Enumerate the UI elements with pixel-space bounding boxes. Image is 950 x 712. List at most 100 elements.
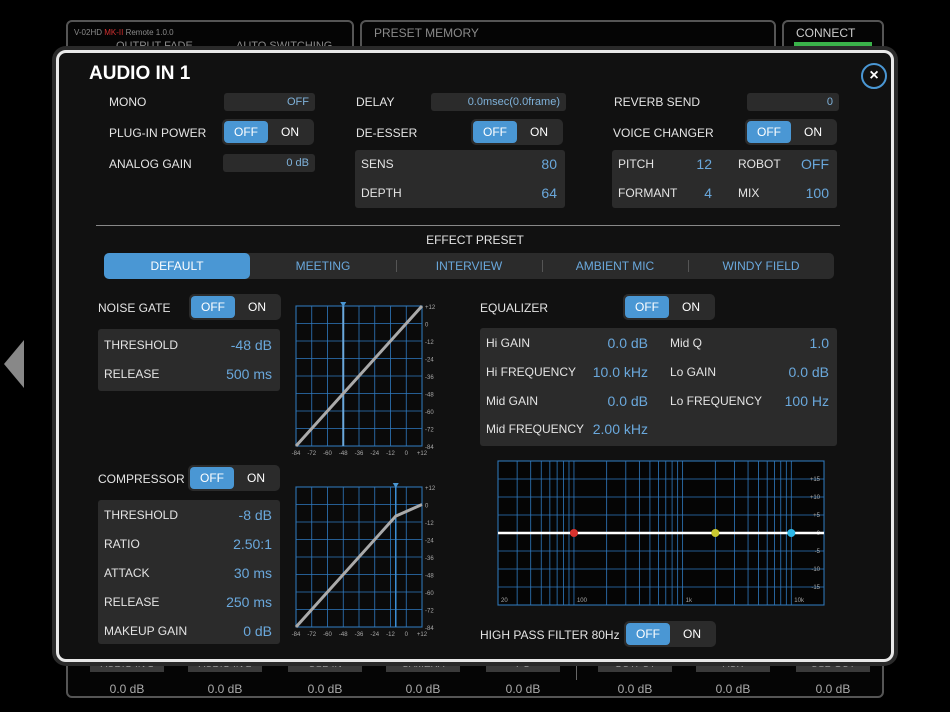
x-tick-label: 10k bbox=[794, 598, 805, 604]
ratio-value[interactable]: 2.50:1 bbox=[233, 530, 272, 558]
compressor-graph[interactable]: +120-12-24-36-48-60-72-84-84 -72 -60 -48 -36… bbox=[290, 481, 440, 641]
x-tick-label: -12 bbox=[386, 632, 395, 638]
preset-tab[interactable]: INTERVIEW bbox=[396, 253, 542, 279]
comp-release-value[interactable]: 250 ms bbox=[226, 588, 272, 616]
mix-value[interactable]: 100 bbox=[806, 179, 829, 207]
formant-value[interactable]: 4 bbox=[704, 179, 712, 207]
app-version: V-02HD MK-II Remote 1.0.0 bbox=[74, 28, 174, 37]
attack-value[interactable]: 30 ms bbox=[234, 559, 272, 587]
mixer-channel[interactable]: AUX 0.0 dB bbox=[696, 656, 770, 696]
depth-value[interactable]: 64 bbox=[541, 179, 557, 207]
mixer-channel[interactable]: CAMERA 0.0 dB bbox=[386, 656, 460, 696]
lo-frequency-label: Lo FREQUENCY bbox=[670, 394, 763, 408]
hi-gain-value[interactable]: 0.0 dB bbox=[608, 329, 648, 357]
x-tick-label: -12 bbox=[386, 451, 395, 457]
on-option[interactable]: ON bbox=[791, 121, 835, 143]
off-option[interactable]: OFF bbox=[224, 121, 268, 143]
on-option[interactable]: ON bbox=[670, 623, 714, 645]
x-tick-label: -48 bbox=[339, 451, 348, 457]
y-tick-label: 0 bbox=[425, 504, 429, 510]
mid-frequency-value[interactable]: 2.00 kHz bbox=[593, 415, 648, 443]
compressor-toggle[interactable]: OFF ON bbox=[188, 465, 280, 491]
equalizer-toggle[interactable]: OFF ON bbox=[623, 294, 715, 320]
y-tick-label: -60 bbox=[425, 410, 434, 416]
reverb-send-value[interactable]: 0 bbox=[747, 93, 839, 111]
noise-gate-graph[interactable]: +120-12-24-36-48-60-72-84-84 -72 -60 -48 -36… bbox=[290, 300, 440, 460]
mixer-channel[interactable]: USB OUT 0.0 dB bbox=[796, 656, 870, 696]
mixer-channel[interactable]: PC 0.0 dB bbox=[486, 656, 560, 696]
lo-band-handle[interactable] bbox=[569, 529, 578, 537]
y-tick-label: -12 bbox=[425, 521, 434, 527]
mixer-channel[interactable]: AUDIO IN 1 0.0 dB bbox=[90, 656, 164, 696]
delay-value[interactable]: 0.0msec(0.0frame) bbox=[431, 93, 566, 111]
lo-gain-value[interactable]: 0.0 dB bbox=[789, 358, 829, 386]
x-tick-label: -24 bbox=[370, 451, 379, 457]
on-option[interactable]: ON bbox=[234, 467, 278, 489]
on-option[interactable]: ON bbox=[268, 121, 312, 143]
on-option[interactable]: ON bbox=[669, 296, 713, 318]
sens-label: SENS bbox=[361, 157, 394, 171]
hi-frequency-label: Hi FREQUENCY bbox=[486, 365, 577, 379]
hpf-toggle[interactable]: OFF ON bbox=[624, 621, 716, 647]
off-option[interactable]: OFF bbox=[625, 296, 669, 318]
analog-gain-value[interactable]: 0 dB bbox=[223, 154, 315, 172]
preset-tab[interactable]: DEFAULT bbox=[104, 253, 250, 279]
mono-value[interactable]: OFF bbox=[224, 93, 315, 111]
lo-frequency-value[interactable]: 100 Hz bbox=[785, 387, 829, 415]
equalizer-graph[interactable]: +15+10+50-5-10-15201001k10k bbox=[494, 457, 828, 609]
ng-threshold-value[interactable]: -48 dB bbox=[231, 331, 272, 359]
y-tick-label: 0 bbox=[425, 323, 429, 329]
pitch-value[interactable]: 12 bbox=[696, 150, 712, 178]
x-tick-label: -72 bbox=[307, 451, 316, 457]
off-option[interactable]: OFF bbox=[626, 623, 670, 645]
de-esser-params: SENS 80 DEPTH 64 bbox=[355, 150, 565, 208]
y-tick-label: -72 bbox=[425, 609, 434, 615]
pitch-label: PITCH bbox=[618, 157, 654, 171]
mid-gain-value[interactable]: 0.0 dB bbox=[608, 387, 648, 415]
mid-q-value[interactable]: 1.0 bbox=[810, 329, 829, 357]
preset-tab[interactable]: MEETING bbox=[250, 253, 396, 279]
equalizer-label: EQUALIZER bbox=[480, 301, 549, 315]
noise-gate-label: NOISE GATE bbox=[98, 301, 171, 315]
mixer-channel-value: 0.0 dB bbox=[505, 682, 541, 696]
on-option[interactable]: ON bbox=[235, 296, 279, 318]
mixer-channel[interactable]: OUTPUT 0.0 dB bbox=[598, 656, 672, 696]
off-option[interactable]: OFF bbox=[190, 467, 234, 489]
off-option[interactable]: OFF bbox=[473, 121, 517, 143]
x-tick-label: -24 bbox=[370, 632, 379, 638]
release-label: RELEASE bbox=[104, 367, 160, 381]
off-option[interactable]: OFF bbox=[191, 296, 235, 318]
de-esser-toggle[interactable]: OFF ON bbox=[471, 119, 563, 145]
hpf-label: HIGH PASS FILTER 80Hz bbox=[480, 628, 620, 642]
mixer-channel-value: 0.0 dB bbox=[109, 682, 145, 696]
robot-value[interactable]: OFF bbox=[801, 150, 829, 178]
preset-tab[interactable]: WINDY FIELD bbox=[688, 253, 834, 279]
modal-title: AUDIO IN 1 bbox=[89, 63, 191, 84]
mixer-channel-value: 0.0 dB bbox=[617, 682, 653, 696]
noise-gate-toggle[interactable]: OFF ON bbox=[189, 294, 281, 320]
sens-value[interactable]: 80 bbox=[541, 150, 557, 178]
comp-threshold-value[interactable]: -8 dB bbox=[239, 501, 272, 529]
off-option[interactable]: OFF bbox=[747, 121, 791, 143]
on-option[interactable]: ON bbox=[517, 121, 561, 143]
close-icon[interactable]: × bbox=[861, 63, 887, 89]
preset-tab[interactable]: AMBIENT MIC bbox=[542, 253, 688, 279]
makeup-gain-value[interactable]: 0 dB bbox=[243, 617, 272, 645]
ng-release-value[interactable]: 500 ms bbox=[226, 360, 272, 388]
mid-q-label: Mid Q bbox=[670, 336, 703, 350]
compressor-params: THRESHOLD -8 dB RATIO 2.50:1 ATTACK 30 ms R… bbox=[98, 500, 280, 644]
mixer-channel[interactable]: USB IN 0.0 dB bbox=[288, 656, 362, 696]
plugin-power-toggle[interactable]: OFF ON bbox=[222, 119, 314, 145]
mono-label: MONO bbox=[109, 95, 147, 109]
y-tick-label: -24 bbox=[425, 539, 434, 545]
hi-gain-label: Hi GAIN bbox=[486, 336, 531, 350]
mixer-channel-value: 0.0 dB bbox=[815, 682, 851, 696]
mid-band-handle[interactable] bbox=[711, 529, 720, 537]
hi-band-handle[interactable] bbox=[787, 529, 796, 537]
hi-frequency-value[interactable]: 10.0 kHz bbox=[593, 358, 648, 386]
voice-changer-toggle[interactable]: OFF ON bbox=[745, 119, 837, 145]
mixer-channel[interactable]: AUDIO IN 2 0.0 dB bbox=[188, 656, 262, 696]
prev-arrow-icon[interactable] bbox=[4, 340, 24, 388]
y-tick-label: +12 bbox=[425, 486, 436, 492]
equalizer-params: Hi GAIN 0.0 dB Hi FREQUENCY 10.0 kHz Mid G… bbox=[480, 328, 837, 446]
